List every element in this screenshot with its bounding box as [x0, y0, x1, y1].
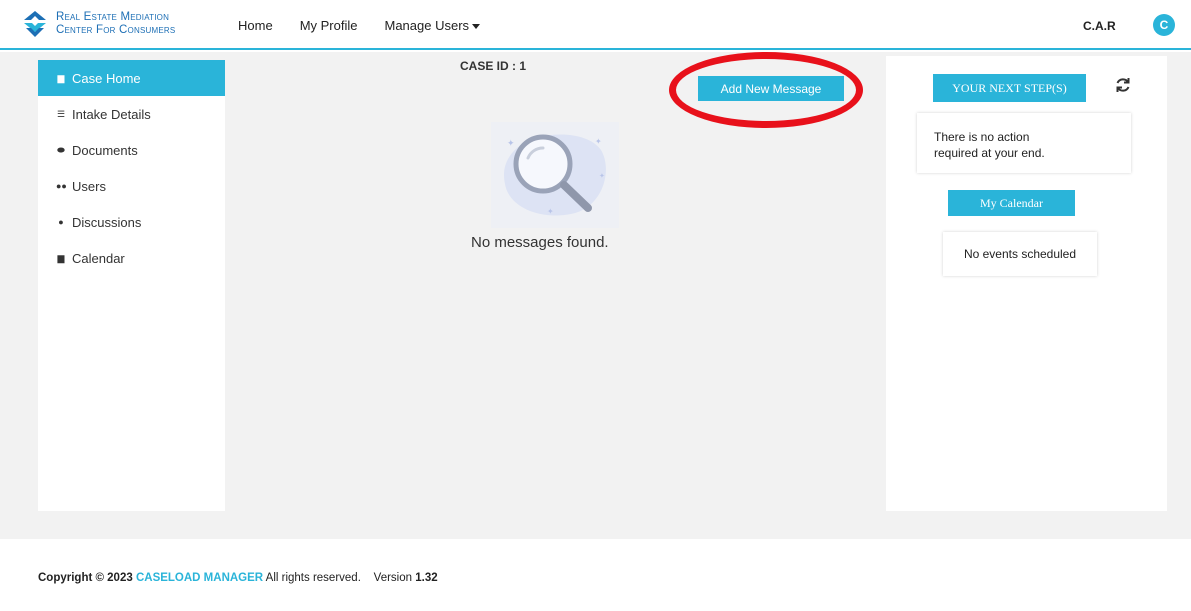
events-text: No events scheduled — [963, 247, 1077, 261]
brand-logo[interactable]: Real Estate Mediation Center For Consume… — [22, 10, 175, 38]
logo-icon — [24, 11, 46, 37]
chat-icon: ● — [58, 217, 64, 227]
magnifier-icon: ✦ ✦ ✦ ✦ — [491, 122, 619, 228]
copyright-text: Copyright © 2023 — [38, 572, 133, 584]
main-nav: Home My Profile Manage Users — [238, 18, 481, 33]
footer-brand-link[interactable]: CASELOAD MANAGER — [136, 572, 263, 584]
list-icon: ☰ — [56, 108, 66, 119]
file-icon: ▆ — [57, 72, 65, 83]
nav-my-profile[interactable]: My Profile — [300, 18, 358, 33]
rights-text: All rights reserved. — [265, 572, 361, 584]
logo-line-1: Real Estate Mediation — [56, 11, 170, 23]
footer-text: Copyright © 2023 CASELOAD MANAGER All ri… — [38, 572, 438, 584]
svg-text:✦: ✦ — [507, 139, 515, 149]
my-calendar-button[interactable]: My Calendar — [948, 190, 1075, 216]
sidebar-item-calendar[interactable]: ▆ Calendar — [38, 240, 225, 276]
sidebar-item-discussions[interactable]: ● Discussions — [38, 204, 225, 240]
logo-text: Real Estate Mediation Center For Consume… — [56, 11, 175, 37]
avatar[interactable]: C — [1153, 14, 1175, 36]
top-navbar: Real Estate Mediation Center For Consume… — [0, 0, 1191, 50]
sidebar: ▆ Case Home ☰ Intake Details ⬬ Documents… — [38, 60, 225, 511]
sidebar-item-label: Documents — [72, 142, 138, 158]
footer: Copyright © 2023 CASELOAD MANAGER All ri… — [0, 539, 1191, 611]
version-value: 1.32 — [415, 572, 438, 584]
version-label: Version — [373, 572, 413, 584]
sidebar-item-label: Users — [72, 178, 106, 194]
sidebar-item-documents[interactable]: ⬬ Documents — [38, 132, 225, 168]
calendar-icon: ▆ — [57, 252, 65, 263]
case-id: CASE ID : 1 — [460, 59, 527, 73]
caret-down-icon — [472, 24, 481, 30]
sidebar-item-label: Case Home — [72, 70, 141, 86]
paperclip-icon: ⬬ — [57, 144, 65, 155]
sidebar-item-label: Intake Details — [72, 106, 151, 122]
next-step-card: There is no action required at your end. — [917, 113, 1131, 173]
sidebar-item-case-home[interactable]: ▆ Case Home — [38, 60, 225, 96]
highlight-circle — [669, 52, 863, 128]
users-icon: ●● — [56, 181, 67, 191]
user-name[interactable]: C.A.R — [1083, 19, 1116, 33]
sidebar-item-intake-details[interactable]: ☰ Intake Details — [38, 96, 225, 132]
svg-text:✦: ✦ — [595, 137, 602, 146]
nav-manage-users-label: Manage Users — [384, 18, 470, 33]
svg-text:✦: ✦ — [547, 207, 554, 216]
content-area: ▆ Case Home ☰ Intake Details ⬬ Documents… — [0, 52, 1191, 539]
nav-manage-users[interactable]: Manage Users — [384, 18, 481, 33]
next-steps-button[interactable]: YOUR NEXT STEP(S) — [933, 74, 1086, 102]
next-step-text-line-1: There is no action — [934, 130, 1030, 144]
events-card: No events scheduled — [943, 232, 1097, 276]
logo-line-2: Center For Consumers — [56, 24, 176, 36]
empty-state-text: No messages found. — [471, 234, 609, 251]
sidebar-item-label: Calendar — [72, 250, 125, 266]
next-step-text-line-2: required at your end. — [934, 146, 1045, 160]
sidebar-item-users[interactable]: ●● Users — [38, 168, 225, 204]
sidebar-item-label: Discussions — [72, 214, 142, 230]
right-panel: YOUR NEXT STEP(S) There is no action req… — [886, 56, 1167, 511]
refresh-icon[interactable] — [1114, 76, 1132, 94]
svg-text:✦: ✦ — [599, 172, 605, 180]
nav-home[interactable]: Home — [238, 18, 273, 33]
